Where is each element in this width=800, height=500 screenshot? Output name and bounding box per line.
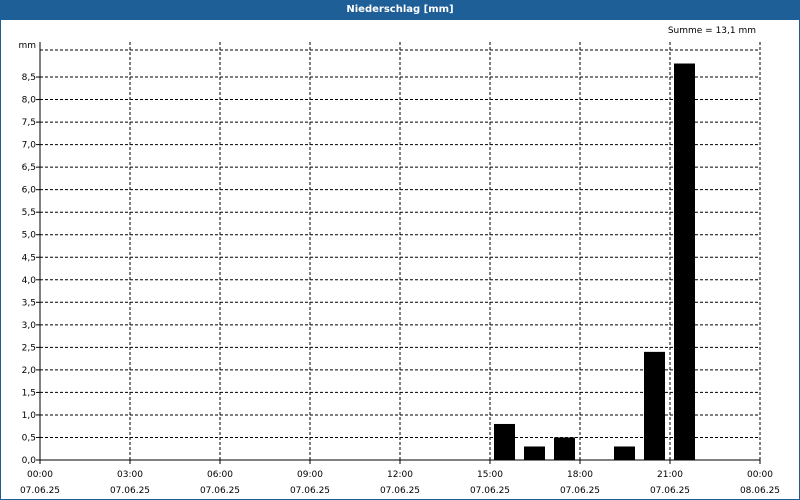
y-tick-label: 4,0 [22, 276, 37, 286]
y-tick-label: 7,5 [22, 118, 36, 128]
x-tick-time: 06:00 [207, 470, 233, 480]
x-tick-date: 07.06.25 [20, 486, 60, 496]
x-tick-date: 08.06.25 [740, 486, 780, 496]
y-tick-label: 2,0 [22, 366, 37, 376]
precipitation-bar [524, 446, 545, 460]
x-tick-time: 03:00 [117, 470, 143, 480]
y-tick-label: 4,5 [22, 253, 36, 263]
precipitation-bar [614, 446, 635, 460]
y-axis-unit: mm [18, 41, 36, 51]
precipitation-bar [674, 63, 695, 461]
y-tick-label: 6,0 [22, 186, 37, 196]
x-tick-time: 15:00 [477, 470, 503, 480]
y-tick-label: 5,5 [22, 208, 36, 218]
y-tick-label: 7,0 [22, 141, 37, 151]
x-tick-time: 21:00 [657, 470, 683, 480]
bars [494, 63, 695, 461]
y-tick-label: 0,5 [22, 433, 36, 443]
x-tick-date: 07.06.25 [470, 486, 510, 496]
x-tick-time: 00:00 [27, 470, 53, 480]
x-tick-date: 07.06.25 [200, 486, 240, 496]
y-tick-label: 6,5 [22, 163, 36, 173]
y-tick-label: 2,5 [22, 343, 36, 353]
x-tick-date: 07.06.25 [560, 486, 600, 496]
precipitation-bar [554, 437, 575, 460]
y-tick-label: 1,5 [22, 388, 36, 398]
y-tick-label: 3,5 [22, 298, 36, 308]
precipitation-bar [494, 423, 515, 460]
y-tick-labels: 0,0 0,5 1,0 1,5 2,0 2,5 3,0 3,5 4,0 4,5 5,0 5,5 6,0 6… [22, 73, 37, 466]
precipitation-bar [644, 351, 665, 460]
x-tick-time: 00:00 [747, 470, 773, 480]
x-tick-date: 07.06.25 [290, 486, 330, 496]
x-tick-time: 18:00 [567, 470, 593, 480]
y-tick-label: 5,0 [22, 231, 37, 241]
y-tick-label: 8,0 [22, 96, 37, 106]
y-tick-label: 1,0 [22, 411, 37, 421]
y-tick-label: 0,0 [22, 456, 37, 466]
x-tick-date: 07.06.25 [110, 486, 150, 496]
x-tick-labels: 00:00 07.06.25 03:00 07.06.25 06:00 07.06.25 0… [20, 470, 780, 496]
x-tick-time: 12:00 [387, 470, 413, 480]
precipitation-chart: 0,0 0,5 1,0 1,5 2,0 2,5 3,0 3,5 4,0 4,5 5,0 5,5 6,0 6… [18, 41, 780, 496]
x-tick-time: 09:00 [297, 470, 323, 480]
x-tick-date: 07.06.25 [650, 486, 690, 496]
y-tick-label: 3,0 [22, 321, 37, 331]
x-tick-date: 07.06.25 [380, 486, 420, 496]
y-tick-label: 8,5 [22, 73, 36, 83]
